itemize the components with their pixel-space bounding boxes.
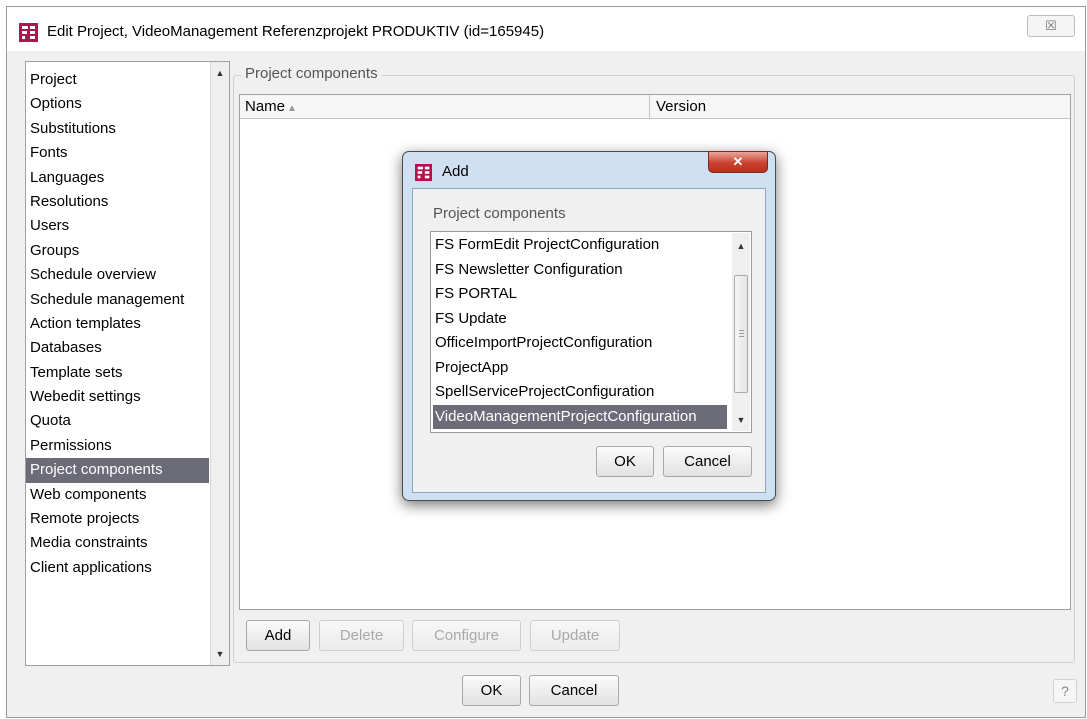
add-dialog-ok-button[interactable]: OK xyxy=(596,446,654,477)
scroll-down-icon[interactable]: ▼ xyxy=(732,411,750,429)
sidebar-item-quota[interactable]: Quota xyxy=(26,409,209,433)
sidebar-item-permissions[interactable]: Permissions xyxy=(26,434,209,458)
window-title: Edit Project, VideoManagement Referenzpr… xyxy=(47,23,545,40)
add-dialog: Add ✕ Project components ▲ ▼ FS FormEdit… xyxy=(402,151,776,501)
list-item[interactable]: FS FormEdit ProjectConfiguration xyxy=(433,233,727,258)
configure-button: Configure xyxy=(412,620,521,651)
close-icon: ✕ xyxy=(732,154,744,169)
column-name-label: Name xyxy=(245,98,286,115)
list-item[interactable]: FS Newsletter Configuration xyxy=(433,258,727,283)
sidebar-item-substitutions[interactable]: Substitutions xyxy=(26,117,209,141)
sidebar-item-action-templates[interactable]: Action templates xyxy=(26,312,209,336)
firstspirit-logo-icon xyxy=(19,23,38,42)
sidebar-item-client-applications[interactable]: Client applications xyxy=(26,556,209,580)
help-icon: ? xyxy=(1061,683,1069,699)
scroll-up-icon[interactable]: ▲ xyxy=(211,64,229,82)
ok-button[interactable]: OK xyxy=(462,675,521,706)
add-dialog-close-button[interactable]: ✕ xyxy=(708,151,768,173)
delete-button: Delete xyxy=(319,620,404,651)
sidebar-item-schedule-management[interactable]: Schedule management xyxy=(26,288,209,312)
add-dialog-cancel-button[interactable]: Cancel xyxy=(663,446,752,477)
settings-sidebar: Project Options Substitutions Fonts Language… xyxy=(25,61,230,666)
list-item[interactable]: VideoManagementProjectConfiguration xyxy=(433,404,727,429)
sort-ascending-icon: ▲ xyxy=(287,103,297,114)
sidebar-item-web-components[interactable]: Web components xyxy=(26,483,209,507)
column-header-name[interactable]: Name ▲ xyxy=(240,95,650,118)
sidebar-item-remote-projects[interactable]: Remote projects xyxy=(26,507,209,531)
add-dialog-content: Project components ▲ ▼ FS FormEdit Proje… xyxy=(412,188,766,493)
list-item[interactable]: OfficeImportProjectConfiguration xyxy=(433,331,727,356)
column-version-label: Version xyxy=(656,98,707,115)
sidebar-item-languages[interactable]: Languages xyxy=(26,166,209,190)
add-dialog-group-label: Project components xyxy=(433,205,566,222)
add-button[interactable]: Add xyxy=(246,620,310,651)
sidebar-item-resolutions[interactable]: Resolutions xyxy=(26,190,209,214)
close-icon: ☒ xyxy=(1045,18,1057,33)
column-header-version[interactable]: Version xyxy=(651,95,706,118)
scroll-up-icon[interactable]: ▲ xyxy=(732,237,750,255)
firstspirit-logo-icon xyxy=(415,164,432,181)
sidebar-item-template-sets[interactable]: Template sets xyxy=(26,361,209,385)
list-item[interactable]: SpellServiceProjectConfiguration xyxy=(433,380,727,405)
sidebar-item-options[interactable]: Options xyxy=(26,92,209,116)
sidebar-item-fonts[interactable]: Fonts xyxy=(26,141,209,165)
table-header: Name ▲ Version xyxy=(240,95,1070,119)
update-button: Update xyxy=(530,620,620,651)
close-button[interactable]: ☒ xyxy=(1027,15,1075,37)
list-item[interactable]: ProjectApp xyxy=(433,356,727,381)
list-scrollbar[interactable]: ▲ ▼ xyxy=(732,233,750,431)
sidebar-item-databases[interactable]: Databases xyxy=(26,336,209,360)
sidebar-item-project[interactable]: Project xyxy=(26,68,209,92)
title-bar: Edit Project, VideoManagement Referenzpr… xyxy=(7,7,1085,51)
sidebar-item-schedule-overview[interactable]: Schedule overview xyxy=(26,263,209,287)
group-label: Project components xyxy=(241,65,382,82)
sidebar-item-project-components[interactable]: Project components xyxy=(26,458,209,483)
sidebar-item-media-constraints[interactable]: Media constraints xyxy=(26,531,209,555)
cancel-button[interactable]: Cancel xyxy=(529,675,619,706)
project-components-list[interactable]: ▲ ▼ FS FormEdit ProjectConfiguration FS N… xyxy=(430,231,752,433)
help-button[interactable]: ? xyxy=(1053,679,1077,703)
sidebar-item-webedit-settings[interactable]: Webedit settings xyxy=(26,385,209,409)
list-item[interactable]: FS Update xyxy=(433,307,727,332)
sidebar-scrollbar[interactable]: ▲ ▼ xyxy=(210,62,229,665)
sidebar-item-users[interactable]: Users xyxy=(26,214,209,238)
scroll-down-icon[interactable]: ▼ xyxy=(211,645,229,663)
add-dialog-title: Add xyxy=(442,163,469,180)
sidebar-list: Project Options Substitutions Fonts Language… xyxy=(26,68,209,580)
sidebar-item-groups[interactable]: Groups xyxy=(26,239,209,263)
list-item[interactable]: FS PORTAL xyxy=(433,282,727,307)
scroll-thumb[interactable] xyxy=(734,275,748,393)
